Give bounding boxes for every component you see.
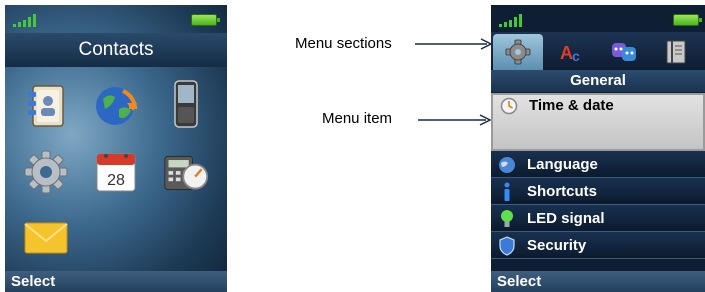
menu-item-shortcuts[interactable]: Shortcuts (491, 178, 705, 205)
menu-sections-tabs: A c (491, 32, 705, 70)
menu-item-led-signal[interactable]: LED signal (491, 205, 705, 232)
section-title: General (491, 70, 705, 92)
menu-item-label: Time & date (529, 97, 614, 114)
signal-strength-icon (499, 14, 522, 27)
annotation-menu-sections: Menu sections (295, 35, 392, 52)
menu-item-language[interactable]: Language (491, 151, 705, 178)
globe-icon (497, 156, 517, 174)
book-tab-icon[interactable] (651, 34, 701, 70)
contacts-book-icon[interactable] (23, 83, 69, 129)
shield-icon (497, 236, 517, 256)
menu-item-time-date[interactable]: Time & date (491, 93, 705, 151)
menu-item-label: Shortcuts (527, 183, 598, 200)
globe-icon[interactable] (93, 83, 139, 129)
bulb-icon (497, 210, 517, 228)
calendar-icon[interactable]: 28 (93, 149, 139, 195)
calculator-timer-icon[interactable] (163, 149, 209, 195)
status-bar (5, 5, 227, 33)
menu-item-security[interactable]: Security (491, 232, 705, 259)
select-softkey[interactable]: Select (5, 271, 227, 292)
general-tab-icon[interactable] (493, 34, 543, 70)
calendar-date-text: 28 (107, 172, 125, 189)
home-screen: Contacts 28 Select (5, 5, 227, 292)
page-title: Contacts (5, 33, 227, 67)
arrow-menu-sections-icon (415, 38, 493, 50)
status-bar (491, 5, 705, 33)
select-softkey[interactable]: Select (491, 271, 705, 292)
battery-icon (673, 14, 702, 26)
theme-masks-tab-icon[interactable] (599, 34, 649, 70)
svg-text:c: c (572, 48, 580, 64)
arrow-menu-item-icon (418, 114, 492, 126)
battery-icon (191, 14, 220, 26)
settings-menu-list: Time & date Language Shortcuts LED signa… (491, 93, 705, 259)
envelope-icon[interactable] (23, 215, 69, 261)
language-ab-tab-icon[interactable]: A c (547, 34, 597, 70)
settings-screen: A c General Time & date Language Shortcu… (491, 5, 705, 292)
phone-handset-icon[interactable] (163, 80, 209, 128)
app-icon-grid: 28 (5, 75, 227, 265)
menu-item-label: Security (527, 237, 587, 254)
info-icon (497, 182, 517, 201)
settings-gear-icon[interactable] (23, 149, 69, 195)
annotation-menu-item: Menu item (322, 110, 393, 127)
signal-strength-icon (13, 14, 36, 27)
menu-item-label: Language (527, 156, 598, 173)
clock-icon (499, 97, 519, 115)
menu-item-label: LED signal (527, 210, 605, 227)
